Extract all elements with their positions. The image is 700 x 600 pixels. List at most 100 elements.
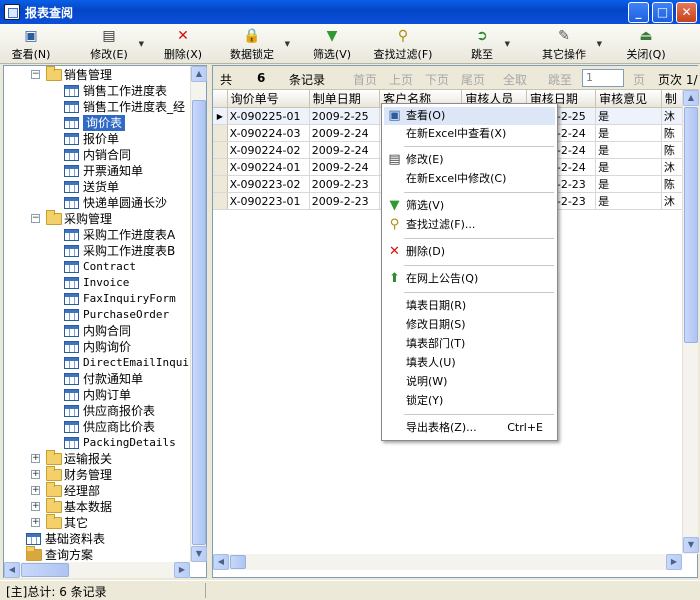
filter-button[interactable]: ▼ 筛选(V) [308,26,356,62]
find-filter-button[interactable]: ⚲ 查找过滤(F) [368,26,438,62]
tree-folder[interactable]: + 财务管理 [4,466,190,483]
table-cell[interactable]: 是 [595,175,662,193]
table-cell[interactable]: 陈 [661,175,684,193]
maximize-button[interactable]: □ [652,2,673,23]
tree-item[interactable]: 采购工作进度表A [4,227,190,243]
scroll-down-arrow-icon[interactable]: ▼ [191,546,207,562]
menu-item[interactable]: ▣ 查看(O) [384,107,555,125]
last-page-link[interactable]: 尾页 [461,71,485,88]
tree-item[interactable]: 询价表 [4,115,190,131]
tree-scroll-thumb[interactable] [192,100,206,545]
tree-item[interactable]: FaxInquiryForm [4,291,190,307]
next-page-link[interactable]: 下页 [425,71,449,88]
table-cell[interactable]: 沐 [661,158,684,176]
table-cell[interactable]: 2009-2-23 [309,175,381,193]
tree-folder[interactable]: + 其它 [4,514,190,531]
prev-page-link[interactable]: 上页 [389,71,413,88]
close-window-button[interactable]: ✕ [676,2,697,23]
menu-item[interactable]: ✕ 删除(D) [384,243,555,261]
tree-item[interactable]: DirectEmailInquir [4,355,190,371]
grid-scroll-up-arrow-icon[interactable]: ▲ [683,90,699,106]
table-cell[interactable]: 2009-2-23 [309,192,381,210]
table-cell[interactable]: 2009-2-24 [309,158,381,176]
row-header[interactable] [213,175,228,193]
tree-item[interactable]: 供应商报价表 [4,403,190,419]
column-header[interactable]: 制单日期 [309,90,381,108]
tree-horizontal-scrollbar[interactable]: ◀ ▶ [4,562,190,578]
menu-item[interactable]: ▼ 筛选(V) [384,197,555,215]
column-header[interactable]: 审核意见 [595,90,662,108]
tree-folder[interactable]: + 运输报关 [4,450,190,467]
other-ops-button[interactable]: ✎ 其它操作 ▼ [536,26,602,62]
grid-horizontal-scrollbar[interactable]: ◀ ▶ [213,554,682,570]
expand-icon[interactable]: + [31,518,40,527]
column-header[interactable]: 询价单号 [227,90,310,108]
row-header[interactable] [213,124,228,142]
column-header[interactable]: 制 [661,90,684,108]
grid-hscroll-thumb[interactable] [230,555,246,569]
tree-item[interactable]: 内购询价 [4,339,190,355]
tree-folder[interactable]: − 采购管理 [4,210,190,227]
menu-item[interactable]: 导出表格(Z)... Ctrl+E [384,419,555,437]
expand-icon[interactable]: + [31,470,40,479]
tree-item[interactable]: Contract [4,259,190,275]
fetch-all-link[interactable]: 全取 [503,71,527,88]
table-cell[interactable]: 2009-2-24 [309,124,381,142]
collapse-icon[interactable]: − [31,70,40,79]
tree-item[interactable]: 采购工作进度表B [4,243,190,259]
lock-button[interactable]: 🔒 数据锁定 ▼ [224,26,290,62]
current-row-indicator-icon[interactable]: ▶ [213,107,228,125]
other-ops-dropdown-icon[interactable]: ▼ [597,40,602,48]
table-cell[interactable]: 是 [595,141,662,159]
tree-folder[interactable]: + 经理部 [4,482,190,499]
grid-scroll-right-arrow-icon[interactable]: ▶ [666,554,682,570]
delete-button[interactable]: ✕ 删除(X) [158,26,208,62]
expand-icon[interactable]: + [31,454,40,463]
grid-vertical-scrollbar[interactable]: ▲ ▼ [682,90,699,554]
tree-item[interactable]: PackingDetails [4,435,190,451]
edit-dropdown-icon[interactable]: ▼ [139,40,144,48]
goto-button[interactable]: ➲ 跳至 ▼ [464,26,510,62]
table-cell[interactable]: 2009-2-25 [309,107,381,125]
table-cell[interactable]: 陈 [661,124,684,142]
table-cell[interactable]: 是 [595,192,662,210]
tree-folder[interactable]: − 销售管理 [4,66,190,83]
tree-item[interactable]: Invoice [4,275,190,291]
scroll-up-arrow-icon[interactable]: ▲ [191,66,207,82]
menu-item[interactable]: 说明(W) [384,373,555,391]
menu-item[interactable]: 填表部门(T) [384,335,555,353]
table-cell[interactable]: X-090225-01 [227,107,310,125]
menu-item[interactable]: 填表人(U) [384,354,555,372]
table-cell[interactable]: X-090224-03 [227,124,310,142]
goto-dropdown-icon[interactable]: ▼ [505,40,510,48]
table-cell[interactable]: 2009-2-24 [309,141,381,159]
expand-icon[interactable]: + [31,486,40,495]
tree-item[interactable]: 销售工作进度表_经 [4,99,190,115]
row-header[interactable] [213,158,228,176]
edit-button[interactable]: ▤ 修改(E) ▼ [84,26,144,62]
close-button[interactable]: ⏏ 关闭(Q) [622,26,670,62]
menu-item[interactable]: ⬆ 在网上公告(Q) [384,270,555,288]
tree-item[interactable]: 基础资料表 [4,531,190,547]
table-cell[interactable]: 沐 [661,107,684,125]
tree-item[interactable]: 内购订单 [4,387,190,403]
table-cell[interactable]: 是 [595,107,662,125]
menu-item[interactable]: 在新Excel中修改(C) [384,170,555,188]
tree-item[interactable]: 查询方案 [4,546,190,563]
menu-item[interactable]: 填表日期(R) [384,297,555,315]
grid-scroll-thumb[interactable] [684,107,698,343]
menu-item[interactable]: 锁定(Y) [384,392,555,410]
row-header[interactable] [213,141,228,159]
tree-item[interactable]: 供应商比价表 [4,419,190,435]
tree-hscroll-thumb[interactable] [21,563,69,577]
minimize-button[interactable]: _ [628,2,649,23]
view-button[interactable]: ▣ 查看(N) [6,26,56,62]
table-cell[interactable]: 沐 [661,192,684,210]
lock-dropdown-icon[interactable]: ▼ [285,40,290,48]
grid-scroll-down-arrow-icon[interactable]: ▼ [683,537,699,553]
tree-item[interactable]: 付款通知单 [4,371,190,387]
tree-item[interactable]: 送货单 [4,179,190,195]
collapse-icon[interactable]: − [31,214,40,223]
expand-icon[interactable]: + [31,502,40,511]
tree-item[interactable]: 内销合同 [4,147,190,163]
